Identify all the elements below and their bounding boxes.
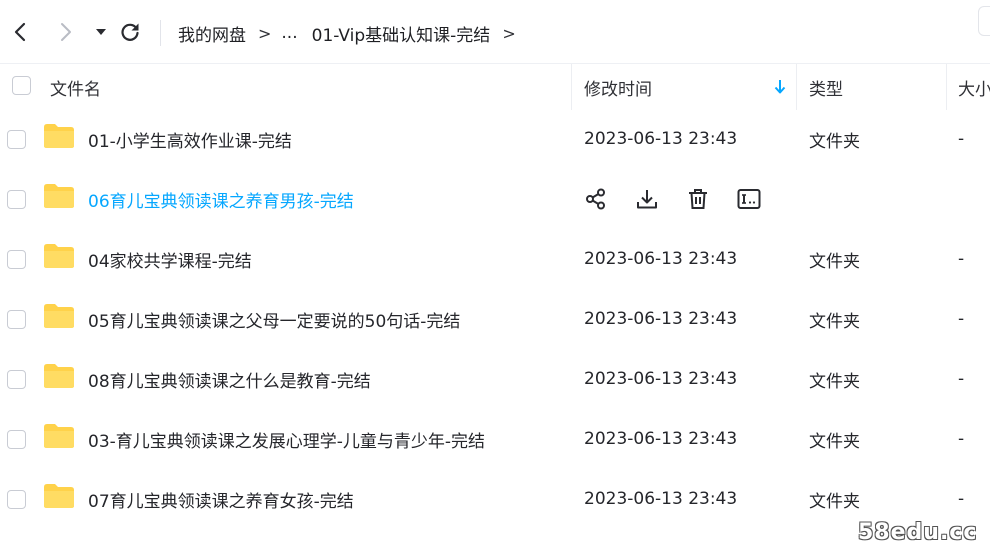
row-checkbox[interactable] <box>7 370 26 389</box>
column-header-size[interactable]: 大小 <box>958 64 990 110</box>
modified-time: 2023-06-13 23:43 <box>584 429 738 449</box>
toolbar-divider <box>160 20 161 46</box>
file-name[interactable]: 06育儿宝典领读课之养育男孩-完结 <box>88 169 354 229</box>
file-size: - <box>958 309 965 329</box>
column-header-modified[interactable]: 修改时间 <box>584 64 652 110</box>
download-icon <box>637 190 657 209</box>
modified-time: 2023-06-13 23:43 <box>584 309 738 329</box>
row-checkbox[interactable] <box>7 430 26 449</box>
file-name[interactable]: 05育儿宝典领读课之父母一定要说的50句话-完结 <box>88 289 460 349</box>
modified-time: 2023-06-13 23:43 <box>584 369 738 389</box>
forward-button[interactable] <box>52 18 80 46</box>
table-row[interactable]: 01-小学生高效作业课-完结 2023-06-13 23:43 文件夹 - <box>0 109 990 169</box>
caret-down-icon <box>96 29 106 35</box>
breadcrumb-separator: > <box>502 23 516 43</box>
modified-time: 2023-06-13 23:43 <box>584 489 738 509</box>
file-type: 文件夹 <box>809 431 860 452</box>
file-name[interactable]: 01-小学生高效作业课-完结 <box>88 109 292 169</box>
file-type: 文件夹 <box>809 371 860 392</box>
column-divider[interactable] <box>571 64 572 110</box>
refresh-button[interactable] <box>116 18 144 46</box>
chevron-right-icon <box>61 23 71 41</box>
breadcrumb-root[interactable]: 我的网盘 <box>178 21 246 46</box>
table-row[interactable]: 04家校共学课程-完结 2023-06-13 23:43 文件夹 - <box>0 229 990 289</box>
folder-icon <box>44 184 74 208</box>
file-type: 文件夹 <box>809 311 860 332</box>
history-dropdown-button[interactable] <box>87 18 115 46</box>
folder-icon <box>44 424 74 448</box>
file-type: 文件夹 <box>809 491 860 512</box>
delete-icon <box>689 189 707 209</box>
row-checkbox[interactable] <box>7 490 26 509</box>
table-header: 文件名 修改时间 类型 大小 <box>0 64 990 110</box>
column-divider[interactable] <box>946 64 947 110</box>
table-row[interactable]: 05育儿宝典领读课之父母一定要说的50句话-完结 2023-06-13 23:4… <box>0 289 990 349</box>
row-checkbox[interactable] <box>7 130 26 149</box>
file-size: - <box>958 249 965 269</box>
sort-descending-icon[interactable] <box>773 79 787 95</box>
file-size: - <box>958 429 965 449</box>
back-button[interactable] <box>6 18 34 46</box>
select-all-checkbox[interactable] <box>12 76 31 95</box>
modified-time: 2023-06-13 23:43 <box>584 249 738 269</box>
search-box[interactable] <box>978 6 990 36</box>
file-name[interactable]: 08育儿宝典领读课之什么是教育-完结 <box>88 349 371 409</box>
row-checkbox[interactable] <box>7 190 26 209</box>
modified-time: 2023-06-13 23:43 <box>584 129 738 149</box>
file-size: - <box>958 369 965 389</box>
refresh-icon <box>121 23 139 41</box>
share-button[interactable] <box>584 187 608 211</box>
rename-icon <box>737 189 761 209</box>
row-checkbox[interactable] <box>7 250 26 269</box>
delete-button[interactable] <box>686 187 710 211</box>
file-size: - <box>958 129 965 149</box>
table-row[interactable]: 07育儿宝典领读课之养育女孩-完结 2023-06-13 23:43 文件夹 - <box>0 469 990 529</box>
breadcrumb: 我的网盘 > ... 01-Vip基础认知课-完结 > <box>178 20 526 46</box>
file-type: 文件夹 <box>809 131 860 152</box>
folder-icon <box>44 364 74 388</box>
rename-button[interactable] <box>737 187 761 211</box>
watermark: 58edu.cc <box>858 520 978 545</box>
row-checkbox[interactable] <box>7 310 26 329</box>
row-actions <box>584 169 788 229</box>
column-header-type[interactable]: 类型 <box>809 64 843 110</box>
folder-icon <box>44 304 74 328</box>
column-divider[interactable] <box>796 64 797 110</box>
table-row[interactable]: 08育儿宝典领读课之什么是教育-完结 2023-06-13 23:43 文件夹 … <box>0 349 990 409</box>
folder-icon <box>44 124 74 148</box>
folder-icon <box>44 244 74 268</box>
table-row[interactable]: 06育儿宝典领读课之养育男孩-完结 <box>0 169 990 229</box>
file-type: 文件夹 <box>809 251 860 272</box>
file-name[interactable]: 04家校共学课程-完结 <box>88 229 252 289</box>
download-button[interactable] <box>635 187 659 211</box>
column-header-name[interactable]: 文件名 <box>50 64 101 110</box>
folder-icon <box>44 484 74 508</box>
toolbar: 我的网盘 > ... 01-Vip基础认知课-完结 > <box>0 0 990 64</box>
file-name[interactable]: 03-育儿宝典领读课之发展心理学-儿童与青少年-完结 <box>88 409 485 469</box>
chevron-left-icon <box>14 22 26 42</box>
file-name[interactable]: 07育儿宝典领读课之养育女孩-完结 <box>88 469 354 529</box>
share-icon <box>586 188 605 210</box>
breadcrumb-current[interactable]: 01-Vip基础认知课-完结 <box>312 21 491 46</box>
breadcrumb-ellipsis[interactable]: ... <box>281 23 297 43</box>
table-row[interactable]: 03-育儿宝典领读课之发展心理学-儿童与青少年-完结 2023-06-13 23… <box>0 409 990 469</box>
breadcrumb-separator: > <box>258 23 272 43</box>
